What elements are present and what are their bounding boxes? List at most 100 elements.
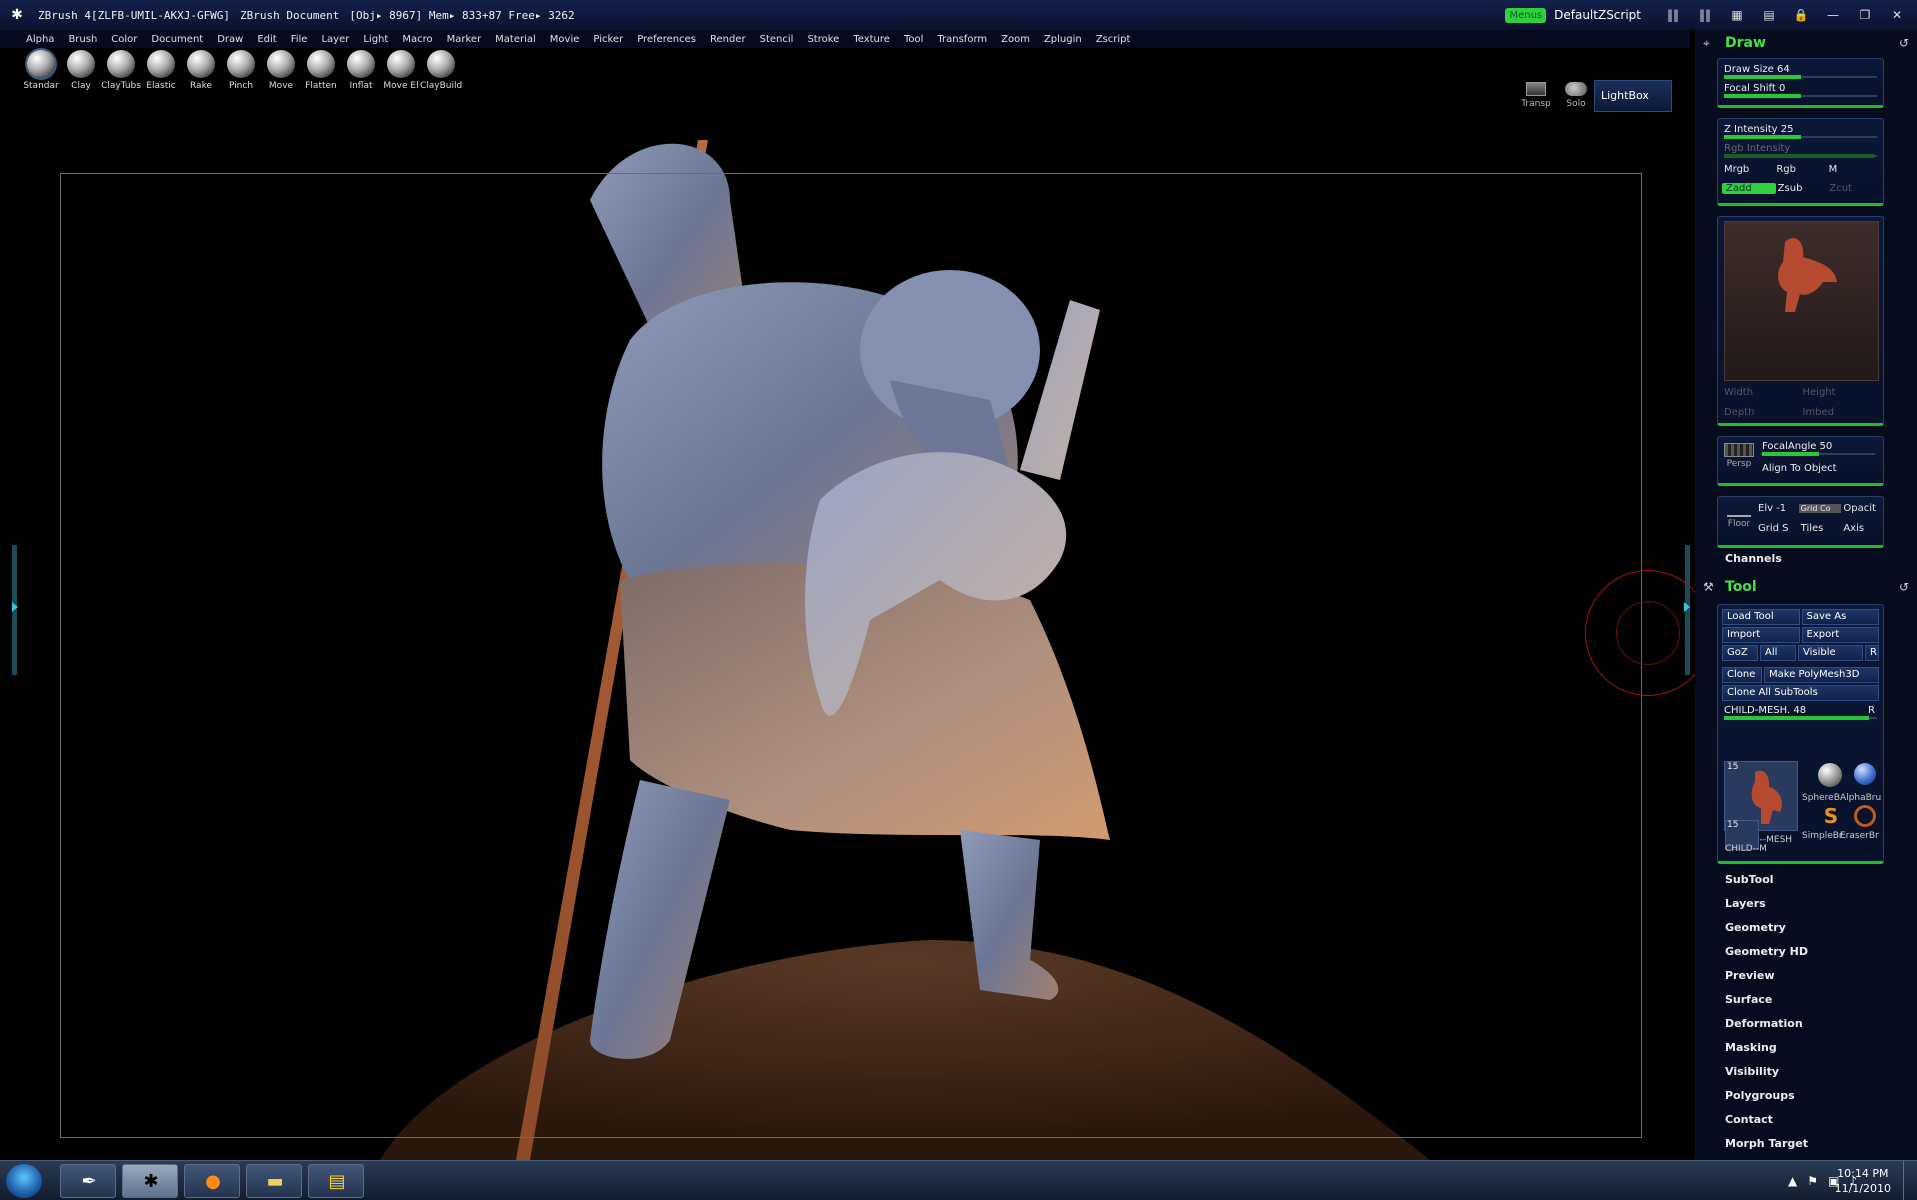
all-button[interactable]: All — [1760, 645, 1796, 661]
menu-render[interactable]: Render — [710, 34, 746, 45]
minimize-icon[interactable]: — — [1821, 6, 1845, 24]
menu-tool[interactable]: Tool — [904, 34, 923, 45]
menu-macro[interactable]: Macro — [402, 34, 432, 45]
alpha-brush-icon[interactable] — [1854, 763, 1876, 785]
default-zscript[interactable]: DefaultZScript — [1554, 8, 1641, 22]
menu-edit[interactable]: Edit — [257, 34, 276, 45]
sphere-brush-icon[interactable] — [1818, 763, 1842, 787]
grid-color-button[interactable]: Grid Co — [1798, 504, 1842, 513]
left-tray-arrow-icon[interactable] — [12, 602, 18, 612]
align-to-object-button[interactable]: Align To Object — [1762, 463, 1837, 474]
depth-slider[interactable]: Depth — [1722, 407, 1801, 418]
focal-angle-slider[interactable]: FocalAngle 50 — [1756, 439, 1881, 458]
menu-marker[interactable]: Marker — [447, 34, 482, 45]
lock-icon[interactable]: 🔒 — [1789, 6, 1813, 24]
subpalette-geometry[interactable]: Geometry — [1725, 916, 1905, 940]
zadd-button[interactable]: Zadd — [1722, 183, 1776, 194]
menu-document[interactable]: Document — [151, 34, 203, 45]
z-intensity-slider[interactable]: Z Intensity 25 — [1718, 122, 1883, 141]
mrgb-button[interactable]: Mrgb — [1722, 164, 1774, 175]
tool-palette-header[interactable]: ⚒ Tool ↺ — [1695, 574, 1917, 600]
menu-alpha[interactable]: Alpha — [26, 34, 54, 45]
brush-claybuildup[interactable]: ClayBuild — [420, 50, 462, 96]
menu-zscript[interactable]: Zscript — [1096, 34, 1131, 45]
brush-claytubes[interactable]: ClayTubs — [101, 50, 141, 96]
axis-toggle[interactable]: Axis — [1841, 523, 1884, 534]
rgb-button[interactable]: Rgb — [1774, 164, 1826, 175]
subpalette-geometry-hd[interactable]: Geometry HD — [1725, 940, 1905, 964]
brush-rake[interactable]: Rake — [184, 50, 218, 96]
subpalette-contact[interactable]: Contact — [1725, 1108, 1905, 1132]
goz-button[interactable]: GoZ — [1722, 645, 1758, 661]
lightbox-button[interactable]: LightBox — [1594, 80, 1672, 112]
import-button[interactable]: Import — [1722, 627, 1800, 643]
draw-size-slider[interactable]: Draw Size 64 — [1718, 62, 1883, 81]
brush-standard[interactable]: Standar — [23, 50, 59, 96]
eraser-brush-icon[interactable] — [1854, 805, 1876, 827]
navigation-ring[interactable] — [1585, 570, 1711, 696]
persp-toggle[interactable]: Persp — [1722, 443, 1756, 469]
menu-color[interactable]: Color — [111, 34, 137, 45]
brush-move-elastic[interactable]: Move El — [383, 50, 419, 96]
tiles-slider[interactable]: Tiles — [1799, 523, 1842, 534]
simple-brush-icon[interactable]: S — [1820, 805, 1842, 827]
subpalette-subtool[interactable]: SubTool — [1725, 868, 1905, 892]
brush-move[interactable]: Move — [264, 50, 298, 96]
tray-expand-icon[interactable]: ▲ — [1788, 1174, 1797, 1188]
tool-preview[interactable] — [1724, 221, 1879, 381]
clone-button[interactable]: Clone — [1722, 667, 1762, 683]
layout-icon[interactable]: ▦ — [1725, 6, 1749, 24]
menu-picker[interactable]: Picker — [593, 34, 623, 45]
current-tool-slider[interactable]: CHILD-MESH. 48 R — [1718, 703, 1883, 722]
taskbar-browser[interactable]: ● — [184, 1164, 240, 1198]
subpalette-polygroups[interactable]: Polygroups — [1725, 1084, 1905, 1108]
menu-stencil[interactable]: Stencil — [760, 34, 794, 45]
hotkey-slider-icon-2[interactable]: ‖‖ — [1693, 6, 1717, 24]
floor-toggle[interactable]: Floor — [1722, 503, 1756, 529]
taskbar-media[interactable]: ▤ — [308, 1164, 364, 1198]
menu-stroke[interactable]: Stroke — [807, 34, 839, 45]
brush-elastic[interactable]: Elastic — [144, 50, 178, 96]
taskbar-clock[interactable]: 10:14 PM 11/1/2010 — [1835, 1166, 1891, 1196]
brush-pinch[interactable]: Pinch — [224, 50, 258, 96]
channels-palette[interactable]: Channels — [1725, 552, 1782, 565]
menu-file[interactable]: File — [291, 34, 308, 45]
menu-zplugin[interactable]: Zplugin — [1044, 34, 1082, 45]
export-button[interactable]: Export — [1801, 627, 1879, 643]
visible-button[interactable]: Visible — [1798, 645, 1863, 661]
menu-material[interactable]: Material — [495, 34, 536, 45]
menus-toggle[interactable]: Menus — [1505, 7, 1547, 23]
clone-all-subtools-button[interactable]: Clone All SubTools — [1722, 685, 1879, 701]
taskbar-pen-app[interactable]: ✒ — [60, 1164, 116, 1198]
save-as-button[interactable]: Save As — [1801, 609, 1879, 625]
zcut-button[interactable]: Zcut — [1827, 183, 1879, 194]
menu-brush[interactable]: Brush — [68, 34, 97, 45]
menu-transform[interactable]: Transform — [937, 34, 987, 45]
grid-size-slider[interactable]: Grid S — [1756, 523, 1799, 534]
close-icon[interactable]: ✕ — [1885, 6, 1909, 24]
opacity-slider[interactable]: Opacit — [1841, 503, 1884, 514]
solo-toggle[interactable]: Solo — [1558, 82, 1594, 109]
menu-movie[interactable]: Movie — [550, 34, 580, 45]
subpalette-visibility[interactable]: Visibility — [1725, 1060, 1905, 1084]
subpalette-masking[interactable]: Masking — [1725, 1036, 1905, 1060]
make-polymesh3d-button[interactable]: Make PolyMesh3D — [1764, 667, 1879, 683]
subpalette-preview[interactable]: Preview — [1725, 964, 1905, 988]
m-button[interactable]: M — [1827, 164, 1879, 175]
menu-texture[interactable]: Texture — [853, 34, 890, 45]
brush-clay[interactable]: Clay — [64, 50, 98, 96]
load-tool-button[interactable]: Load Tool — [1722, 609, 1800, 625]
menu-zoom[interactable]: Zoom — [1001, 34, 1030, 45]
height-slider[interactable]: Height — [1801, 387, 1880, 398]
menu-preferences[interactable]: Preferences — [637, 34, 696, 45]
transp-toggle[interactable]: Transp — [1518, 82, 1554, 109]
layout-icon-2[interactable]: ▤ — [1757, 6, 1781, 24]
start-button[interactable] — [6, 1164, 42, 1198]
taskbar-explorer[interactable]: ▬ — [246, 1164, 302, 1198]
restore-icon[interactable]: ❐ — [1853, 6, 1877, 24]
imbed-slider[interactable]: Imbed — [1801, 407, 1880, 418]
zbrush-logo-icon[interactable]: ✱ — [6, 4, 28, 26]
zsub-button[interactable]: Zsub — [1776, 183, 1828, 194]
subpalette-morph-target[interactable]: Morph Target — [1725, 1132, 1905, 1156]
brush-inflat[interactable]: Inflat — [344, 50, 378, 96]
